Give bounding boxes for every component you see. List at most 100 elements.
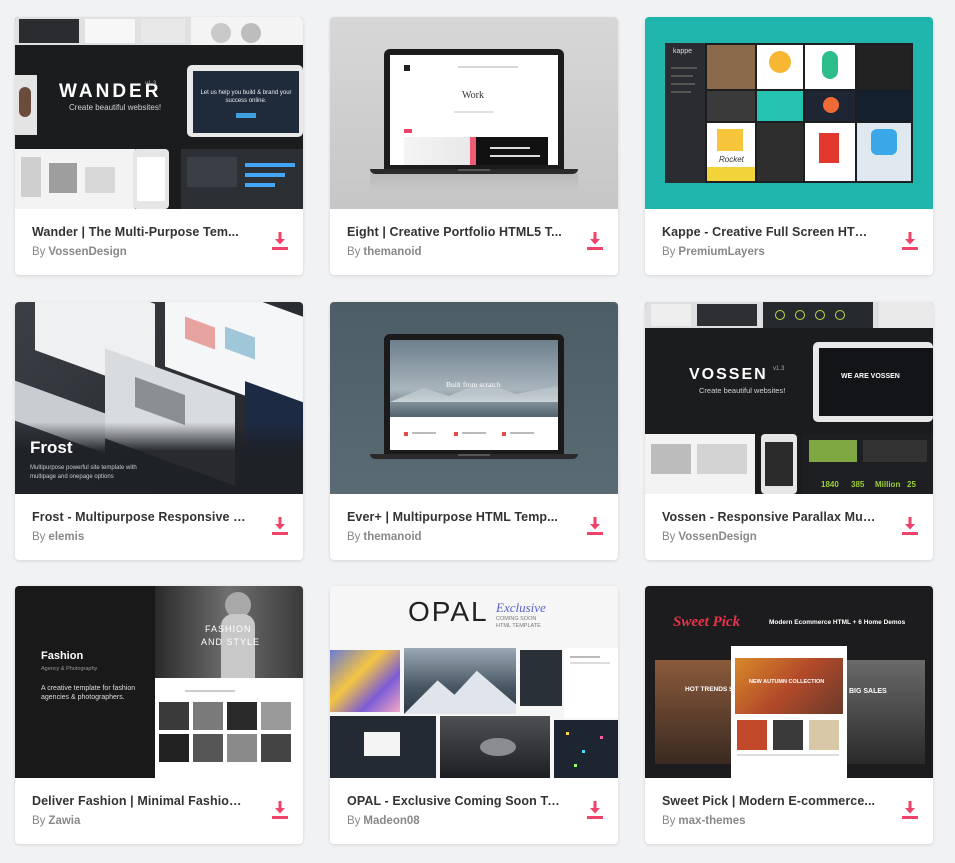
thumb-logo: Fashion: [41, 650, 84, 662]
download-button[interactable]: [586, 231, 604, 251]
template-card[interactable]: Work Eight | Creative Portfolio HTML5 T.…: [330, 17, 618, 275]
template-thumbnail[interactable]: Sweet Pick Modern Ecommerce HTML + 6 Hom…: [645, 586, 933, 778]
thumb-desc-1: Multipurpose powerful site template with: [30, 465, 137, 471]
thumb-tagline: Create beautiful websites!: [699, 386, 786, 395]
download-button[interactable]: [586, 516, 604, 536]
thumb-banner-3: BIG SALES: [849, 688, 887, 695]
author-line: By themanoid: [347, 531, 422, 543]
by-label: By: [662, 246, 676, 258]
thumb-hero-2: AND STYLE: [201, 637, 261, 647]
template-info: Sweet Pick | Modern E-commerce... By max-…: [645, 778, 933, 844]
by-label: By: [347, 246, 361, 258]
author-link[interactable]: elemis: [48, 531, 84, 543]
thumb-heading: Work: [462, 90, 484, 101]
thumb-stat-1: 1840: [821, 480, 839, 489]
template-info: Deliver Fashion | Minimal Fashion... By Z…: [15, 778, 303, 844]
thumb-logo: OPAL: [408, 596, 489, 627]
template-info: Wander | The Multi-Purpose Tem... By Voss…: [15, 209, 303, 275]
author-link[interactable]: themanoid: [363, 531, 421, 543]
by-label: By: [32, 531, 46, 543]
thumb-tagline: Modern Ecommerce HTML + 6 Home Demos: [769, 619, 906, 626]
template-card[interactable]: Sweet Pick Modern Ecommerce HTML + 6 Hom…: [645, 586, 933, 844]
by-label: By: [347, 531, 361, 543]
template-thumbnail[interactable]: WANDER v1.3 Create beautiful websites! L…: [15, 17, 303, 209]
template-info: Eight | Creative Portfolio HTML5 T... By…: [330, 209, 618, 275]
author-line: By VossenDesign: [32, 246, 127, 258]
by-label: By: [347, 815, 361, 827]
download-button[interactable]: [901, 516, 919, 536]
template-thumbnail[interactable]: Fashion Agency & Photography A creative …: [15, 586, 303, 778]
author-link[interactable]: themanoid: [363, 246, 421, 258]
template-title[interactable]: Kappe - Creative Full Screen HTML...: [662, 225, 877, 239]
thumb-heading: Built from scratch: [446, 380, 501, 389]
thumb-sub-1: COMING SOON: [496, 616, 537, 622]
thumb-sub-2: HTML TEMPLATE: [496, 623, 541, 629]
author-line: By VossenDesign: [662, 531, 757, 543]
by-label: By: [662, 815, 676, 827]
template-card[interactable]: Built from scratch Ever+ | Multipurpose …: [330, 302, 618, 560]
author-link[interactable]: max-themes: [678, 815, 745, 827]
author-link[interactable]: Madeon08: [363, 815, 419, 827]
download-icon: [902, 232, 918, 250]
author-line: By PremiumLayers: [662, 246, 765, 258]
download-button[interactable]: [586, 800, 604, 820]
template-thumbnail[interactable]: kappe Rocket: [645, 17, 933, 209]
thumb-tile-text: Rocket: [719, 155, 744, 164]
author-line: By Zawia: [32, 815, 80, 827]
download-button[interactable]: [271, 800, 289, 820]
thumb-stat-2: 385: [851, 480, 865, 489]
thumb-logo: kappe: [673, 48, 693, 55]
download-icon: [272, 232, 288, 250]
template-card[interactable]: VOSSEN v1.3 Create beautiful websites! W…: [645, 302, 933, 560]
download-button[interactable]: [901, 231, 919, 251]
template-title[interactable]: Vossen - Responsive Parallax Mult...: [662, 510, 877, 524]
template-title[interactable]: Wander | The Multi-Purpose Tem...: [32, 225, 247, 239]
author-link[interactable]: PremiumLayers: [678, 246, 764, 258]
template-title[interactable]: Deliver Fashion | Minimal Fashion...: [32, 794, 247, 808]
template-card[interactable]: WANDER v1.3 Create beautiful websites! L…: [15, 17, 303, 275]
download-icon: [272, 517, 288, 535]
author-link[interactable]: VossenDesign: [48, 246, 126, 258]
template-card[interactable]: Frost Multipurpose powerful site templat…: [15, 302, 303, 560]
thumb-script: Exclusive: [496, 600, 546, 615]
author-line: By max-themes: [662, 815, 746, 827]
download-button[interactable]: [271, 516, 289, 536]
template-card[interactable]: Fashion Agency & Photography A creative …: [15, 586, 303, 844]
thumb-logo: VOSSEN: [689, 366, 768, 383]
thumb-logo: Frost: [30, 438, 73, 457]
thumb-sub: Agency & Photography: [41, 666, 98, 672]
author-link[interactable]: Zawia: [48, 815, 80, 827]
download-button[interactable]: [271, 231, 289, 251]
author-line: By themanoid: [347, 246, 422, 258]
template-thumbnail[interactable]: Frost Multipurpose powerful site templat…: [15, 302, 303, 494]
thumb-tablet-text: WE ARE VOSSEN: [841, 373, 900, 380]
thumb-tablet-text: Let us help you build & brand your succe…: [200, 90, 292, 104]
template-thumbnail[interactable]: OPAL Exclusive COMING SOON HTML TEMPLATE: [330, 586, 618, 778]
template-info: Ever+ | Multipurpose HTML Temp... By them…: [330, 494, 618, 560]
template-thumbnail[interactable]: VOSSEN v1.3 Create beautiful websites! W…: [645, 302, 933, 494]
download-icon: [902, 801, 918, 819]
by-label: By: [32, 246, 46, 258]
thumb-desc: A creative template for fashion agencies…: [41, 685, 136, 701]
template-thumbnail[interactable]: Built from scratch: [330, 302, 618, 494]
thumb-desc-2: multipage and onepage options: [30, 474, 114, 480]
author-line: By Madeon08: [347, 815, 420, 827]
template-grid: WANDER v1.3 Create beautiful websites! L…: [0, 0, 955, 863]
download-icon: [272, 801, 288, 819]
template-info: Vossen - Responsive Parallax Mult... By V…: [645, 494, 933, 560]
template-card[interactable]: kappe Rocket Kappe - Creative Full Scree…: [645, 17, 933, 275]
download-icon: [902, 517, 918, 535]
template-title[interactable]: Ever+ | Multipurpose HTML Temp...: [347, 510, 562, 524]
download-button[interactable]: [901, 800, 919, 820]
by-label: By: [32, 815, 46, 827]
download-icon: [587, 517, 603, 535]
template-title[interactable]: Frost - Multipurpose Responsive O...: [32, 510, 247, 524]
template-title[interactable]: OPAL - Exclusive Coming Soon Tem...: [347, 794, 562, 808]
template-thumbnail[interactable]: Work: [330, 17, 618, 209]
template-info: Frost - Multipurpose Responsive O... By e…: [15, 494, 303, 560]
template-title[interactable]: Sweet Pick | Modern E-commerce...: [662, 794, 877, 808]
thumb-stat-3: Million: [875, 480, 901, 489]
template-card[interactable]: OPAL Exclusive COMING SOON HTML TEMPLATE: [330, 586, 618, 844]
author-link[interactable]: VossenDesign: [678, 531, 756, 543]
template-title[interactable]: Eight | Creative Portfolio HTML5 T...: [347, 225, 562, 239]
